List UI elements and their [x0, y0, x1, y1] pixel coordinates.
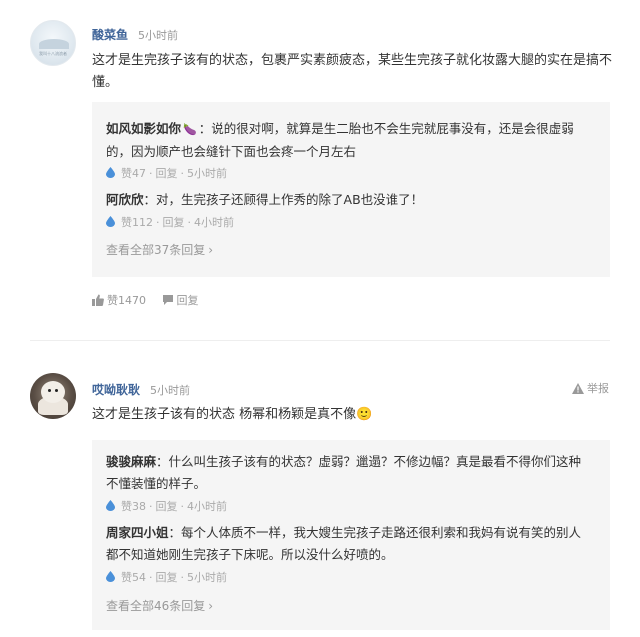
avatar-caption: 我叫十八流浪者: [39, 51, 67, 56]
comment-time: 5小时前: [150, 384, 190, 397]
reply-text: 骏骏麻麻：什么叫生孩子该有的状态？虚弱？邋遢？不修边幅？真是最看不得你们这种 不…: [106, 454, 582, 491]
reply-author-emoji: 🍆: [183, 123, 197, 136]
chevron-right-icon: ›: [208, 243, 214, 257]
divider: [30, 340, 610, 341]
reply-time: 4小时前: [187, 500, 227, 513]
water-drop-icon[interactable]: [106, 216, 115, 227]
reply-button[interactable]: 回复: [156, 571, 178, 584]
comment-text: 这才是生孩子该有的状态 杨幂和杨颖是真不像🙂: [92, 407, 373, 422]
reply-like-count[interactable]: 赞47: [121, 167, 146, 180]
reply-text: 如风如影如你 🍆 ：说的很对啊，就算是生二胎也不会生完就屁事没有，还是会很虚弱 的，…: [106, 121, 574, 159]
report-button[interactable]: 举报: [572, 380, 609, 396]
reply-time: 5小时前: [187, 571, 227, 584]
reply-meta: 赞38 · 回复 · 4小时前: [106, 500, 230, 514]
comment-item: 我叫十八流浪者 酸菜鱼 5小时前 这才是生完孩子该有的状态，包裹严实素颜疲态，某…: [0, 0, 640, 330]
water-drop-icon[interactable]: [106, 571, 115, 582]
reply-box: 骏骏麻麻：什么叫生孩子该有的状态？虚弱？邋遢？不修边幅？真是最看不得你们这种 不…: [92, 440, 610, 630]
reply-time: 5小时前: [187, 167, 227, 180]
reply-author[interactable]: 周家四小姐: [106, 525, 169, 540]
view-all-replies-link[interactable]: 查看全部37条回复 ›: [106, 241, 213, 258]
reply-time: 4小时前: [194, 216, 234, 229]
warning-triangle-icon: [572, 383, 584, 394]
reply-author[interactable]: 骏骏麻麻: [106, 454, 156, 469]
reply-author[interactable]: 如风如影如你: [106, 121, 181, 136]
comment-author[interactable]: 哎呦耿耿: [92, 381, 140, 398]
reply-like-count[interactable]: 赞112: [121, 216, 153, 229]
reply-text: 周家四小姐：每个人体质不一样，我大嫂生完孩子走路还很利索和我妈有说有笑的别人 都…: [106, 525, 582, 562]
comment-text: 这才是生完孩子该有的状态，包裹严实素颜疲态，某些生完孩子就化妆露大腿的实在是搞不…: [92, 53, 613, 90]
reply-like-count[interactable]: 赞38: [121, 500, 146, 513]
reply-button[interactable]: 回复: [162, 294, 199, 308]
water-drop-icon[interactable]: [106, 500, 115, 511]
comment-author[interactable]: 酸菜鱼: [92, 26, 128, 43]
like-button[interactable]: 赞1470: [92, 294, 146, 308]
reply-text: 阿欣欣：对，生完孩子还顾得上作秀的除了AB也没谁了！: [106, 192, 424, 207]
view-all-replies-link[interactable]: 查看全部46条回复 ›: [106, 597, 213, 614]
reply-meta: 赞47 · 回复 · 5小时前: [106, 167, 230, 181]
reply-author[interactable]: 阿欣欣: [106, 192, 144, 207]
reply-button[interactable]: 回复: [156, 500, 178, 513]
reply-like-count[interactable]: 赞54: [121, 571, 146, 584]
avatar[interactable]: 我叫十八流浪者: [30, 20, 76, 66]
reply-meta: 赞112 · 回复 · 4小时前: [106, 216, 237, 230]
thumbs-up-icon: [92, 294, 104, 306]
comment-item: 哎呦耿耿 5小时前 举报 这才是生孩子该有的状态 杨幂和杨颖是真不像🙂 骏骏麻麻…: [0, 360, 640, 637]
reply-button[interactable]: 回复: [163, 216, 185, 229]
avatar[interactable]: [30, 373, 76, 419]
reply-box: 如风如影如你 🍆 ：说的很对啊，就算是生二胎也不会生完就屁事没有，还是会很虚弱 的，…: [92, 102, 610, 277]
reply-meta: 赞54 · 回复 · 5小时前: [106, 571, 230, 585]
chevron-right-icon: ›: [208, 599, 214, 613]
comment-actions: 赞1470 回复: [92, 294, 211, 308]
comment-time: 5小时前: [138, 29, 178, 42]
reply-button[interactable]: 回复: [156, 167, 178, 180]
water-drop-icon[interactable]: [106, 167, 115, 178]
chat-bubble-icon: [162, 295, 173, 305]
